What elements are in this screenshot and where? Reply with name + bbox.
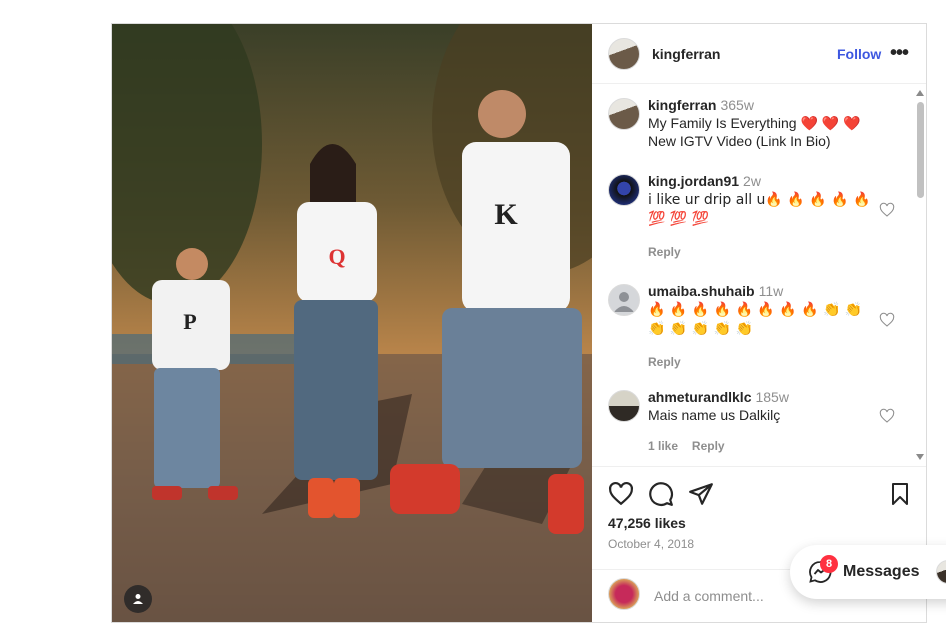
more-options-icon[interactable]: ••• (890, 42, 909, 65)
author-username[interactable]: kingferran (652, 46, 720, 62)
family-photo-illustration: P Q K (112, 24, 592, 622)
comment-text: Mais name us Dalkilç (648, 407, 781, 423)
follow-button[interactable]: Follow (837, 46, 881, 62)
messages-contact-avatar (936, 560, 946, 584)
caption-time: 365w (720, 97, 754, 113)
comments-scrollbar[interactable] (914, 84, 926, 466)
comment-like-count[interactable]: 1 like (648, 439, 678, 453)
share-paper-plane-icon[interactable] (688, 481, 714, 507)
reply-button[interactable]: Reply (648, 245, 681, 259)
messages-unread-badge: 8 (820, 555, 838, 573)
comment-avatar[interactable] (608, 284, 640, 316)
like-heart-icon[interactable] (608, 481, 634, 507)
caption-avatar[interactable] (608, 98, 640, 130)
author-avatar[interactable] (608, 38, 640, 70)
comment-avatar[interactable] (608, 174, 640, 206)
post-side-panel: kingferran Follow ••• kingferran 365w My … (592, 24, 926, 622)
svg-text:Q: Q (328, 244, 345, 269)
comment-bubble-icon[interactable] (648, 481, 674, 507)
comment-avatar[interactable] (608, 390, 640, 422)
caption-body: kingferran 365w My Family Is Everything ❤… (648, 96, 880, 150)
comment-body: umaiba.shuhaib 11w 🔥 🔥 🔥 🔥 🔥 🔥 🔥 🔥 👏 👏 👏 … (648, 282, 880, 371)
caption-text: My Family Is Everything ❤️ ❤️ ❤️ New IGT… (648, 115, 861, 149)
comment-body: ahmeturandlklc 185w Mais name us Dalkilç … (648, 388, 880, 455)
scroll-up-arrow-icon[interactable] (916, 90, 924, 96)
comment-text: i like ur drip all u🔥 🔥 🔥 🔥 🔥 💯 💯 💯 (648, 192, 871, 227)
default-avatar-icon (614, 292, 634, 312)
caption-username[interactable]: kingferran (648, 97, 716, 113)
comment-row: ahmeturandlklc 185w Mais name us Dalkilç … (608, 388, 898, 458)
svg-text:K: K (494, 198, 518, 231)
comment-username[interactable]: ahmeturandlklc (648, 389, 751, 405)
save-bookmark-icon[interactable] (888, 481, 912, 507)
current-user-avatar (608, 578, 640, 610)
comment-time: 11w (758, 283, 784, 299)
comment-time: 2w (743, 173, 761, 189)
post-photo[interactable]: P Q K (112, 24, 592, 622)
comment-like-heart-icon[interactable] (879, 312, 895, 328)
comment-like-heart-icon[interactable] (879, 408, 895, 424)
post-header: kingferran Follow ••• (592, 24, 926, 84)
comment-row: umaiba.shuhaib 11w 🔥 🔥 🔥 🔥 🔥 🔥 🔥 🔥 👏 👏 👏 … (608, 282, 898, 372)
comment-username[interactable]: king.jordan91 (648, 173, 739, 189)
svg-text:P: P (183, 309, 196, 334)
comment-row: king.jordan91 2w i like ur drip all u🔥 🔥 … (608, 172, 898, 262)
scroll-down-arrow-icon[interactable] (916, 454, 924, 460)
user-tag-button[interactable] (124, 585, 152, 613)
reply-button[interactable]: Reply (692, 439, 725, 453)
post-date: October 4, 2018 (608, 537, 695, 551)
comments-list[interactable]: kingferran 365w My Family Is Everything ❤… (592, 84, 926, 466)
scroll-thumb[interactable] (917, 102, 924, 198)
comment-time: 185w (755, 389, 789, 405)
messages-button[interactable]: 8 Messages (790, 545, 946, 599)
comment-body: king.jordan91 2w i like ur drip all u🔥 🔥 … (648, 172, 880, 261)
reply-button[interactable]: Reply (648, 355, 681, 369)
likes-count[interactable]: 47,256 likes (608, 515, 686, 531)
comment-username[interactable]: umaiba.shuhaib (648, 283, 755, 299)
post-container: P Q K kingferran Follow ••• kingferran 3… (111, 23, 927, 623)
caption-row: kingferran 365w My Family Is Everything ❤… (608, 96, 898, 156)
person-icon (133, 594, 143, 604)
messages-label: Messages (843, 563, 920, 580)
comment-like-heart-icon[interactable] (879, 202, 895, 218)
comment-text: 🔥 🔥 🔥 🔥 🔥 🔥 🔥 🔥 👏 👏 👏 👏 👏 👏 👏 (648, 302, 863, 337)
